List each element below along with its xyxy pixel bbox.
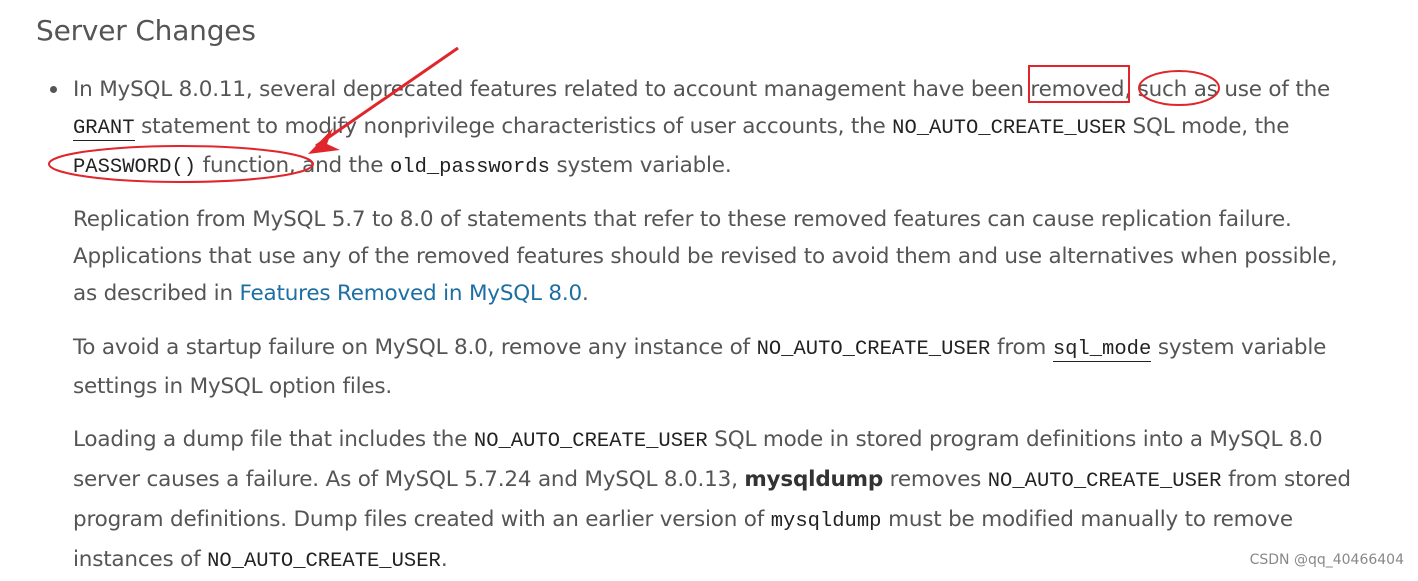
mysqldump-bold: mysqldump [744,467,884,492]
text-segment: , [1124,77,1138,102]
grant-statement-link[interactable]: GRANT [73,117,135,141]
watermark: CSDN @qq_40466404 [1249,552,1404,568]
old-passwords-code: old_passwords [389,156,550,179]
section-title: Server Changes [36,14,256,47]
text-segment: use of the [1217,77,1331,102]
no-auto-create-user-code: NO_AUTO_CREATE_USER [987,470,1222,493]
text-segment: statement to modify nonprivilege charact… [134,114,893,139]
dump-paragraph: Loading a dump file that includes the NO… [73,421,1363,581]
no-auto-create-user-code: NO_AUTO_CREATE_USER [892,117,1126,140]
bullet-paragraph: In MySQL 8.0.11, several deprecated feat… [73,71,1363,186]
text-segment: . [582,281,589,306]
password-function-code: PASSWORD() [73,156,197,179]
phrase-such-as: such as [1137,77,1218,102]
text-segment: function, and the [196,153,390,178]
features-removed-link[interactable]: Features Removed in MySQL 8.0 [240,281,583,306]
text-segment: Loading a dump file that includes the [73,427,474,452]
text-segment: system variable. [549,153,732,178]
text-segment: from [990,335,1053,360]
text-segment: . [440,547,448,572]
text-segment: In MySQL 8.0.11, several deprecated feat… [73,77,1031,102]
text-segment: removes [883,467,988,492]
text-segment: To avoid a startup failure on MySQL 8.0,… [73,335,757,360]
startup-paragraph: To avoid a startup failure on MySQL 8.0,… [73,329,1363,405]
text-segment: SQL mode, the [1125,114,1290,139]
sql-mode-link[interactable]: sql_mode [1052,338,1152,362]
no-auto-create-user-code: NO_AUTO_CREATE_USER [756,338,991,361]
no-auto-create-user-code: NO_AUTO_CREATE_USER [207,550,441,573]
no-auto-create-user-code: NO_AUTO_CREATE_USER [473,430,708,453]
word-removed: removed [1030,77,1125,102]
replication-paragraph: Replication from MySQL 5.7 to 8.0 of sta… [73,201,1363,312]
bullet-dot [50,86,57,93]
mysqldump-code: mysqldump [770,510,882,533]
